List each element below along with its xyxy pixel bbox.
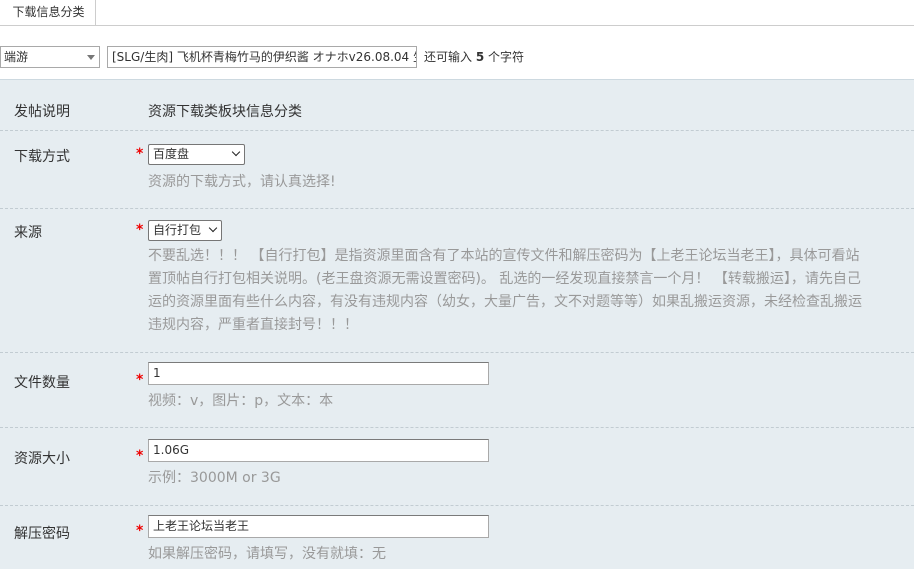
unzip-password-input[interactable]: 上老王论坛当老王 (148, 515, 489, 538)
source-label: 来源 (14, 225, 42, 241)
source-hint: 不要乱选！！！ 【自行打包】是指资源里面含有了本站的宣传文件和解压密码为【上老王… (148, 245, 914, 337)
row-download-method: 下载方式 * 百度盘 资源的下载方式，请认真选择! (0, 130, 914, 209)
title-char-hint: 还可输入 5 个字符 (424, 46, 524, 68)
hint-prefix: 还可输入 (424, 50, 473, 64)
unzip-password-hint: 如果解压密码，请填写，没有就填：无 (148, 546, 386, 562)
required-mark: * (136, 448, 144, 464)
resource-size-hint: 示例：3000M or 3G (148, 470, 281, 486)
tab-bar: 下载信息分类 (0, 0, 914, 26)
unzip-password-label: 解压密码 (14, 526, 70, 542)
thread-type-value: 端游 (4, 50, 29, 64)
download-method-label: 下载方式 (14, 149, 70, 165)
required-mark: * (136, 372, 144, 388)
resource-size-input[interactable]: 1.06G (148, 439, 489, 462)
tab-download-info[interactable]: 下载信息分类 (0, 0, 96, 25)
row-post-desc: 发帖说明 资源下载类板块信息分类 (0, 80, 914, 131)
download-method-hint: 资源的下载方式，请认真选择! (148, 174, 336, 190)
file-count-label: 文件数量 (14, 375, 70, 391)
title-bar: 端游 [SLG/生肉] 飞机杯青梅竹马的伊织酱 オナホv26.08.04 生 还… (0, 26, 914, 80)
chevron-down-icon (208, 223, 218, 233)
post-desc-label: 发帖说明 (14, 104, 70, 120)
chevron-down-icon (87, 55, 95, 60)
hint-count: 5 (475, 50, 485, 64)
thread-type-select[interactable]: 端游 (0, 46, 100, 68)
source-hint-line: 不要乱选！！！ 【自行打包】是指资源里面含有了本站的宣传文件和解压密码为【上老王… (148, 248, 860, 264)
source-hint-line: 置顶帖自行打包相关说明。(老王盘资源无需设置密码)。 乱选的一经发现直接禁言一个… (148, 271, 861, 287)
row-unzip-password: 解压密码 * 上老王论坛当老王 如果解压密码，请填写，没有就填：无 (0, 505, 914, 569)
download-method-value: 百度盘 (153, 147, 190, 161)
file-count-hint: 视频：v，图片：p，文本：本 (148, 393, 334, 409)
row-source: 来源 * 自行打包 不要乱选！！！ 【自行打包】是指资源里面含有了本站的宣传文件… (0, 208, 914, 353)
file-count-input[interactable]: 1 (148, 362, 489, 385)
row-file-count: 文件数量 * 1 视频：v，图片：p，文本：本 (0, 352, 914, 428)
hint-suffix: 个字符 (488, 50, 525, 64)
source-hint-line: 运的资源里面有些什么内容，有没有违规内容（幼女，大量广告，文不对题等等）如果乱搬… (148, 294, 862, 310)
required-mark: * (136, 146, 144, 162)
required-mark: * (136, 523, 144, 539)
download-method-select[interactable]: 百度盘 (148, 144, 245, 165)
source-hint-line: 违规内容，严重者直接封号！！！ (148, 317, 358, 333)
row-resource-size: 资源大小 * 1.06G 示例：3000M or 3G (0, 427, 914, 506)
resource-size-label: 资源大小 (14, 451, 70, 467)
chevron-down-icon (231, 147, 241, 157)
post-desc-value: 资源下载类板块信息分类 (148, 104, 302, 120)
title-input[interactable]: [SLG/生肉] 飞机杯青梅竹马的伊织酱 オナホv26.08.04 生 (107, 46, 417, 68)
required-mark: * (136, 222, 144, 238)
source-select[interactable]: 自行打包 (148, 220, 222, 241)
category-form: 发帖说明 资源下载类板块信息分类 下载方式 * 百度盘 资源的下载方式，请认真选… (0, 80, 914, 569)
source-value: 自行打包 (153, 223, 202, 237)
